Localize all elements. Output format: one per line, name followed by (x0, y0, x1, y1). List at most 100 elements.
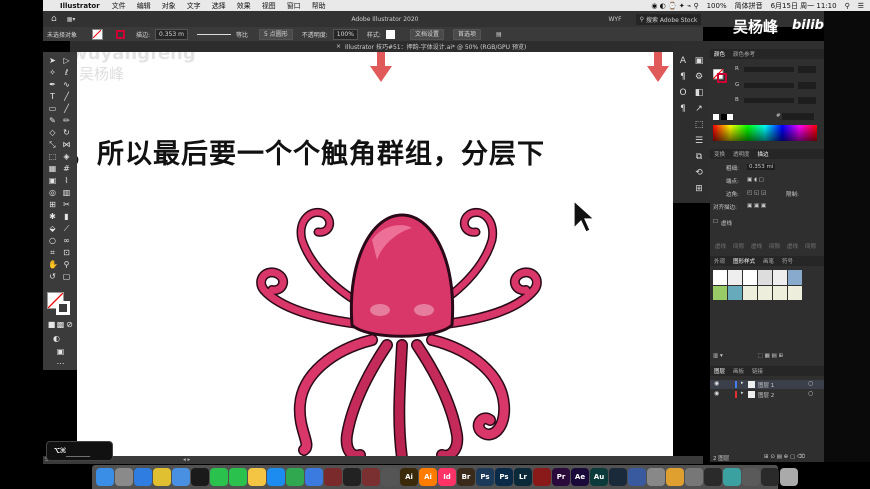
none-mode-icon[interactable]: ⊘ (65, 320, 74, 329)
properties-panel-icon[interactable]: ⚙ (693, 71, 705, 83)
workspace-name[interactable]: WYF (609, 16, 622, 23)
document-tab[interactable]: × Illustrator 技巧#51：押韵-字体设计.ai* @ 50% (R… (70, 41, 673, 52)
white-swatch[interactable] (727, 114, 733, 120)
brush-select[interactable]: 5 点圆形 (259, 28, 293, 40)
menu-type[interactable]: 文字 (187, 1, 201, 11)
tab-appearance[interactable]: 外观 (714, 257, 725, 265)
zoom-tool-icon[interactable]: ⚲ (62, 260, 71, 269)
draw-mode-icon[interactable]: ◐ (52, 334, 61, 343)
fill-swatch[interactable] (92, 28, 104, 40)
dock-app-finder-icon[interactable] (96, 468, 114, 486)
none-color-swatch[interactable] (713, 114, 719, 120)
workspace-switcher-icon[interactable]: ▦▾ (67, 16, 76, 23)
dock-app-launchpad-icon[interactable] (115, 468, 133, 486)
color-mode-icon[interactable]: ■ (47, 320, 56, 329)
channel-g-field[interactable] (798, 82, 816, 89)
channel-b-slider[interactable] (744, 98, 794, 103)
battery-level[interactable]: 100% (707, 2, 727, 10)
lasso-tool-icon[interactable]: ℓ (62, 68, 71, 77)
menu-edit[interactable]: 编辑 (137, 1, 151, 11)
layer-row[interactable]: ◉ ▸ 图层 1 ○ (710, 380, 824, 389)
curvature-tool-icon[interactable]: ∿ (62, 80, 71, 89)
tab-artboards[interactable]: 画板 (733, 367, 744, 375)
magic-wand-tool-icon[interactable]: ✧ (48, 68, 57, 77)
dock-app-illustrator-cs-icon[interactable]: Ai (400, 468, 418, 486)
dock-app-notes-icon[interactable] (248, 468, 266, 486)
document-setup-button[interactable]: 文档设置 (409, 28, 444, 40)
dock-app-safari-icon[interactable] (134, 468, 152, 486)
dock-app-lightroom-icon[interactable]: Lr (514, 468, 532, 486)
dock-app-audition-icon[interactable]: Au (590, 468, 608, 486)
layers-footer-icons[interactable]: ⊞ ⊙ ▤ ⊕ ▢ ⌫ (764, 454, 805, 460)
tab-graphic-styles[interactable]: 图形样式 (733, 257, 755, 265)
close-tab-icon[interactable]: × (336, 43, 341, 50)
color-spectrum[interactable] (713, 125, 817, 141)
print-tiling-tool-icon[interactable]: ▢ (62, 272, 71, 281)
puppet-warp-tool-icon[interactable]: ∞ (62, 236, 71, 245)
tab-color[interactable]: 颜色 (714, 50, 725, 58)
graph-tool-icon[interactable]: ▥ (62, 188, 71, 197)
shape-builder-tool-icon[interactable]: ◈ (62, 152, 71, 161)
dock-app-cinema-icon[interactable] (628, 468, 646, 486)
perspective-grid-tool-icon[interactable]: ▦ (48, 164, 57, 173)
mesh-tool-icon[interactable]: # (62, 164, 71, 173)
selection-tool-icon[interactable]: ➤ (48, 56, 57, 65)
dock-app-chrome-canary-icon[interactable] (685, 468, 703, 486)
dock-app-keynote-icon[interactable] (305, 468, 323, 486)
blend-tool-icon[interactable]: ◎ (48, 188, 57, 197)
artboard-nav[interactable]: ◂ ▸ (183, 457, 190, 463)
artboard-canvas[interactable]: wuyangfeng 吴杨峰 ，所以最后要一个个触角群组，分层下 (77, 52, 673, 462)
artboard-tool-icon[interactable]: ⊞ (48, 200, 57, 209)
align-panel-icon[interactable]: ☰ (693, 135, 705, 147)
character-panel-icon[interactable]: A (677, 55, 689, 67)
line-tool-icon[interactable]: ╱ (62, 92, 71, 101)
expand-arrow-icon[interactable]: ▸ (741, 380, 744, 386)
gradient-tool-icon[interactable]: ▣ (48, 176, 57, 185)
dock-app-indesign-icon[interactable]: Id (438, 468, 456, 486)
shaper-tool-icon[interactable]: ✎ (48, 116, 57, 125)
search-icon[interactable]: ⚲ (845, 2, 850, 10)
pencil-tool-icon[interactable]: ✏ (62, 116, 71, 125)
navigator-panel-icon[interactable]: ⊞ (693, 183, 705, 195)
layer-row[interactable]: ◉ ▸ 图层 2 ○ (710, 390, 824, 399)
dock-app-numbers-icon[interactable] (286, 468, 304, 486)
dock-app-maps-icon[interactable] (723, 468, 741, 486)
free-transform-tool-icon[interactable]: ⬚ (48, 152, 57, 161)
expand-arrow-icon[interactable]: ▸ (741, 390, 744, 396)
dock-app-messages-icon[interactable] (210, 468, 228, 486)
menu-object[interactable]: 对象 (162, 1, 176, 11)
width-tool-icon[interactable]: ⋈ (62, 140, 71, 149)
dock-app-xmind-icon[interactable] (324, 468, 342, 486)
glyphs-panel-icon[interactable]: ¶ (677, 103, 689, 115)
layers-panel-icon[interactable]: ◧ (693, 87, 705, 99)
search-field[interactable]: ⚲ 搜索 Adobe Stock (635, 13, 702, 25)
gap-field-3[interactable]: 间隙 (805, 242, 816, 250)
align-stroke-buttons[interactable]: ▣ ▣ ▣ (747, 203, 766, 209)
measure-tool-icon[interactable]: ⊡ (62, 248, 71, 257)
dock-app-illustrator-icon[interactable]: Ai (419, 468, 437, 486)
pen-tool-icon[interactable]: ✒ (48, 80, 57, 89)
type-tool-icon[interactable]: T (48, 92, 57, 101)
clock[interactable]: 6月15日 周一 11:10 (771, 1, 837, 11)
column-graph-tool-icon[interactable]: ▮ (62, 212, 71, 221)
layer-name[interactable]: 图层 2 (758, 391, 774, 399)
dock-app-after-effects-icon[interactable]: Ae (571, 468, 589, 486)
transform-panel-icon[interactable]: ⬚ (693, 119, 705, 131)
dock-app-dictionary-icon[interactable] (362, 468, 380, 486)
eraser-tool-icon[interactable]: ◇ (48, 128, 57, 137)
direct-selection-tool-icon[interactable]: ▷ (62, 56, 71, 65)
menu-help[interactable]: 帮助 (312, 1, 326, 11)
target-circle-icon[interactable]: ○ (808, 390, 813, 397)
dock-app-photoshop-icon[interactable]: Ps (476, 468, 494, 486)
cap-buttons[interactable]: ▣ ◖ ▢ (747, 177, 764, 183)
tab-layers[interactable]: 图层 (714, 367, 725, 375)
menu-app-name[interactable]: Illustrator (60, 2, 100, 10)
dock-app-chrome-icon[interactable] (153, 468, 171, 486)
stroke-profile-select[interactable]: 等比 (236, 30, 248, 39)
octopus-illustration[interactable] (252, 200, 552, 460)
dock-app-activity-icon[interactable] (761, 468, 779, 486)
hand-tool-icon[interactable]: ✋ (48, 260, 58, 269)
gap-field-2[interactable]: 间隙 (769, 242, 780, 250)
dock-app-media-encoder-icon[interactable] (609, 468, 627, 486)
dash-field-2[interactable]: 虚线 (751, 242, 762, 250)
